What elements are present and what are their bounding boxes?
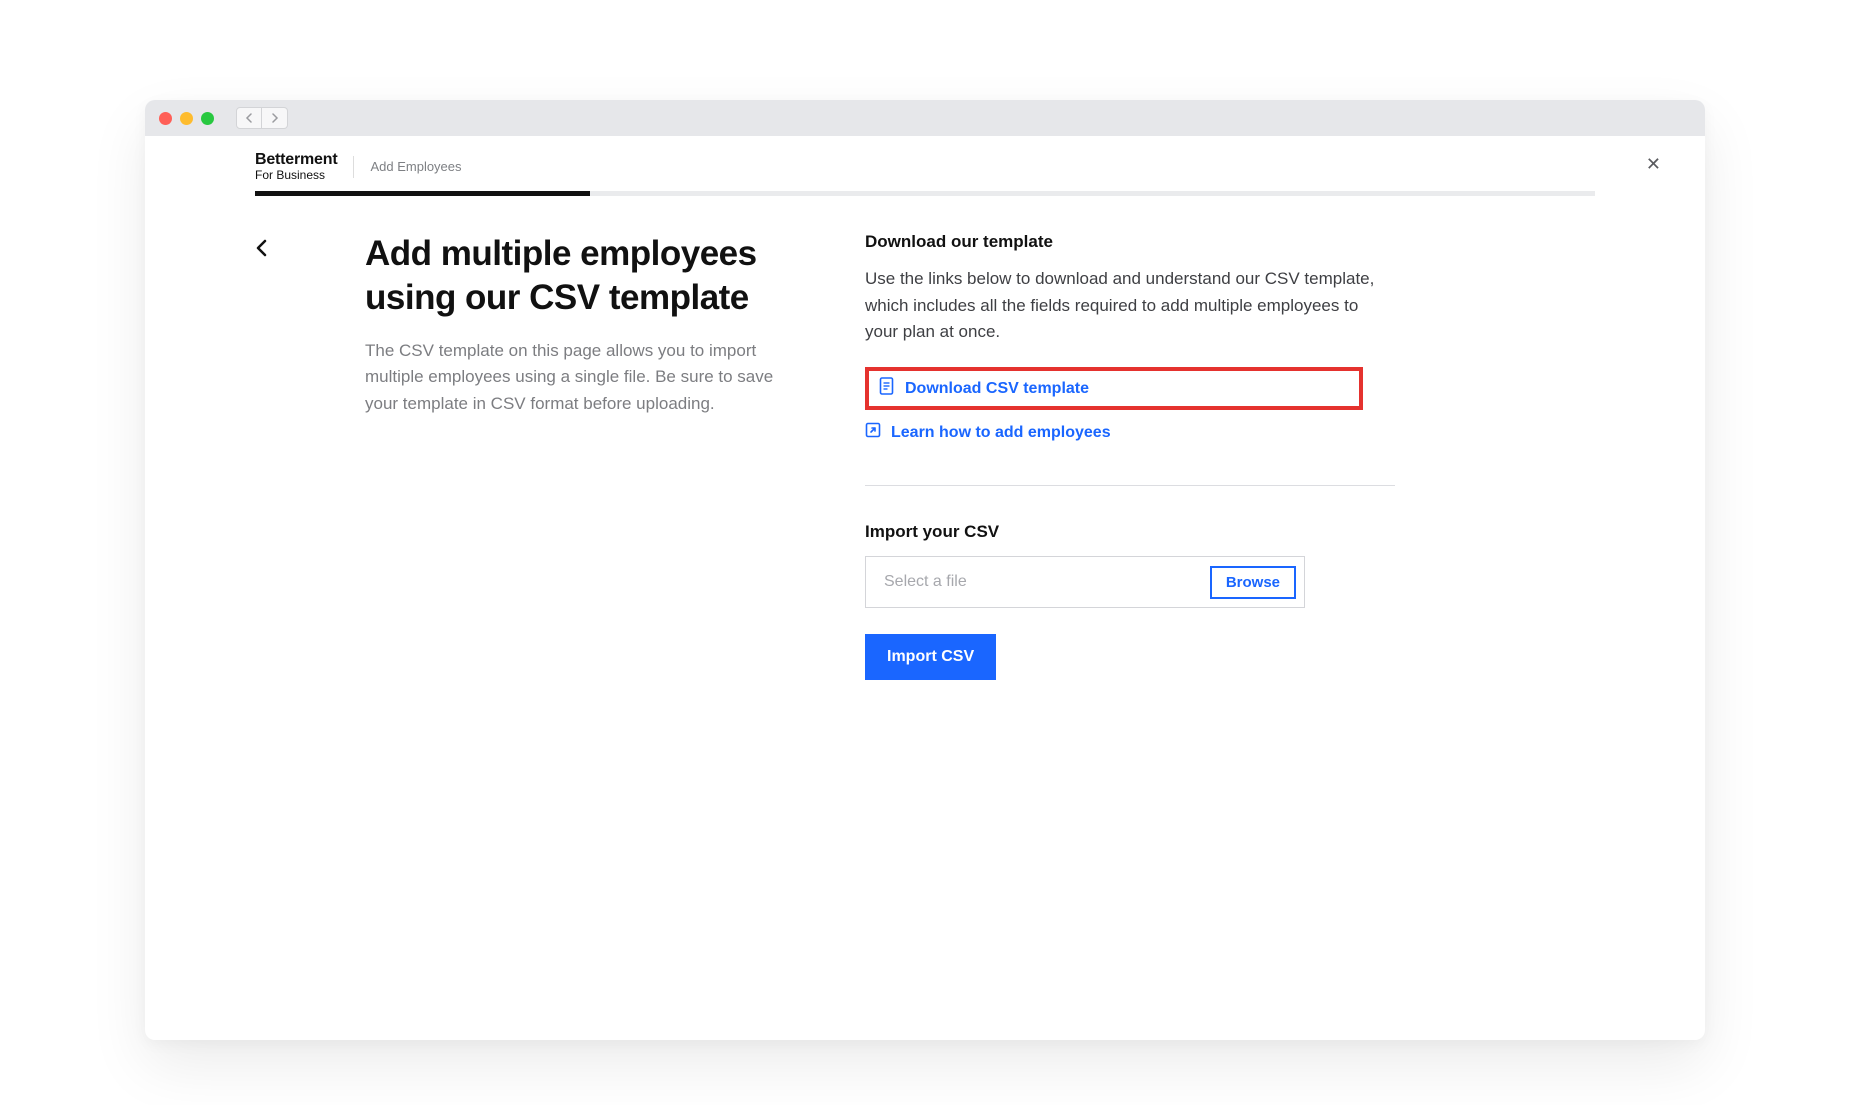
learn-link[interactable]: Learn how to add employees bbox=[865, 416, 1395, 449]
external-link-icon bbox=[865, 422, 881, 443]
close-icon[interactable]: ✕ bbox=[1646, 154, 1661, 175]
nav-forward-button[interactable] bbox=[262, 107, 288, 129]
back-arrow-icon[interactable] bbox=[255, 238, 269, 264]
document-icon bbox=[879, 377, 895, 400]
window-titlebar bbox=[145, 100, 1705, 136]
import-csv-button[interactable]: Import CSV bbox=[865, 634, 996, 680]
file-placeholder: Select a file bbox=[884, 573, 1210, 591]
download-csv-link-label: Download CSV template bbox=[905, 380, 1089, 398]
breadcrumb: Add Employees bbox=[370, 159, 461, 174]
browser-window: Betterment For Business Add Employees ✕ … bbox=[145, 100, 1705, 1040]
logo-line2: For Business bbox=[255, 169, 337, 182]
progress-fill bbox=[255, 191, 590, 196]
logo: Betterment For Business bbox=[255, 152, 337, 181]
window-minimize-dot[interactable] bbox=[180, 112, 193, 125]
browse-button[interactable]: Browse bbox=[1210, 566, 1296, 599]
nav-buttons bbox=[236, 107, 288, 129]
file-input-row[interactable]: Select a file Browse bbox=[865, 556, 1305, 608]
right-column: Download our template Use the links belo… bbox=[835, 232, 1395, 680]
app-header: Betterment For Business Add Employees ✕ bbox=[145, 136, 1705, 191]
download-body: Use the links below to download and unde… bbox=[865, 266, 1395, 345]
header-divider bbox=[353, 156, 354, 178]
back-column bbox=[255, 232, 325, 680]
section-divider bbox=[865, 485, 1395, 486]
learn-link-label: Learn how to add employees bbox=[891, 424, 1111, 442]
download-csv-link-highlighted[interactable]: Download CSV template bbox=[865, 367, 1363, 410]
window-zoom-dot[interactable] bbox=[201, 112, 214, 125]
page-description: The CSV template on this page allows you… bbox=[365, 338, 795, 417]
progress-bar bbox=[255, 191, 1595, 196]
page-title: Add multiple employees using our CSV tem… bbox=[365, 232, 795, 320]
logo-line1: Betterment bbox=[255, 152, 337, 169]
window-close-dot[interactable] bbox=[159, 112, 172, 125]
nav-back-button[interactable] bbox=[236, 107, 262, 129]
content: Add multiple employees using our CSV tem… bbox=[145, 196, 1705, 680]
import-heading: Import your CSV bbox=[865, 522, 1395, 542]
download-heading: Download our template bbox=[865, 232, 1395, 252]
left-column: Add multiple employees using our CSV tem… bbox=[365, 232, 795, 680]
